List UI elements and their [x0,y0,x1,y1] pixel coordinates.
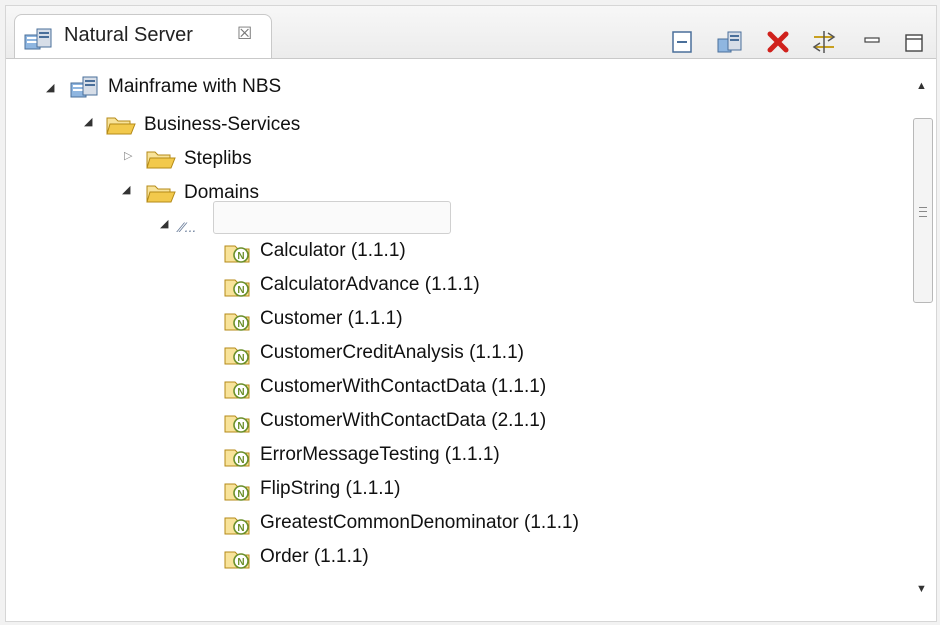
tree-item-business-services[interactable]: Business-Services [106,108,300,142]
tab-title: Natural Server [64,24,193,46]
svg-text:N: N [237,421,244,432]
tree-item-label: CustomerWithContactData (2.1.1) [260,410,547,431]
tree-item-service[interactable]: N ErrorMessageTesting (1.1.1) [222,438,500,472]
tree-item-service[interactable]: N Customer (1.1.1) [222,302,403,336]
maximize-icon[interactable] [900,28,928,56]
tree-item-steplibs[interactable]: Steplibs [146,142,252,176]
natural-service-icon: N [224,517,250,535]
tree-item-service[interactable]: N FlipString (1.1.1) [222,472,400,506]
tree-item-label: FlipString (1.1.1) [260,478,401,499]
natural-service-icon: N [224,483,250,501]
natural-service-icon: N [224,313,250,331]
natural-service-icon: N [224,551,250,569]
scroll-thumb[interactable] [913,118,933,303]
natural-service-icon: N [224,449,250,467]
minimize-icon[interactable] [858,28,886,56]
expand-toggle-icon[interactable]: ◢ [160,217,168,230]
svg-text:N: N [237,285,244,296]
server-icon[interactable] [716,28,744,56]
tree-item-server[interactable]: Mainframe with NBS [70,70,281,104]
svg-text:N: N [237,557,244,568]
tree-item-label: GreatestCommonDenominator (1.1.1) [260,512,579,533]
tree-item-label: ErrorMessageTesting (1.1.1) [260,444,500,465]
tree-item-service[interactable]: N Order (1.1.1) [222,540,369,574]
scroll-down-icon[interactable]: ▼ [916,583,927,595]
server-icon [24,28,52,50]
natural-service-icon: N [224,279,250,297]
natural-service-icon: N [224,415,250,433]
expand-toggle-icon[interactable]: ◢ [122,183,130,196]
tree-item-label: Steplibs [184,148,252,169]
tree-item-label: CustomerWithContactData (1.1.1) [260,376,547,397]
svg-text:N: N [237,319,244,330]
tree-item-label: Order (1.1.1) [260,546,369,567]
collapse-all-icon[interactable] [668,28,696,56]
open-folder-icon [146,185,176,203]
expand-toggle-icon[interactable]: ◢ [46,81,54,94]
open-folder-icon [106,117,136,135]
tree-item-label: Calculator (1.1.1) [260,240,406,261]
tree-item-label: CalculatorAdvance (1.1.1) [260,274,480,295]
svg-text:N: N [237,387,244,398]
server-icon [70,76,98,98]
tree-item-service[interactable]: N CalculatorAdvance (1.1.1) [222,268,480,302]
domain-icon: ⁄⁄... [180,219,197,235]
tree-item-label: Business-Services [144,114,301,135]
scroll-up-icon[interactable]: ▲ [916,80,927,92]
svg-text:N: N [237,523,244,534]
vertical-scrollbar[interactable]: ▲ ▼ [911,70,935,606]
link-icon[interactable] [810,28,838,56]
svg-text:N: N [237,353,244,364]
view-tab-bar: Natural Server ☒ [6,6,936,58]
tree-item-service[interactable]: N CustomerWithContactData (2.1.1) [222,404,546,438]
tree-item-label: CustomerCreditAnalysis (1.1.1) [260,342,524,363]
red-x-icon[interactable] [764,28,792,56]
tab-natural-server[interactable]: Natural Server ☒ [14,14,272,58]
natural-service-icon: N [224,381,250,399]
selection-highlight [213,201,451,234]
tree-item-label: Customer (1.1.1) [260,308,403,329]
tree-item-service[interactable]: N CustomerWithContactData (1.1.1) [222,370,546,404]
svg-text:N: N [237,455,244,466]
tree-item-label: Mainframe with NBS [108,76,282,97]
svg-text:N: N [237,489,244,500]
tree-item-service[interactable]: N CustomerCreditAnalysis (1.1.1) [222,336,524,370]
tree-item-service[interactable]: N Calculator (1.1.1) [222,234,406,268]
svg-text:N: N [237,251,244,262]
expand-toggle-icon[interactable]: ◢ [84,115,92,128]
grip-icon [919,207,927,217]
natural-service-icon: N [224,347,250,365]
open-folder-icon [146,151,176,169]
collapse-toggle-icon[interactable]: ▷ [124,149,132,162]
tab-close-icon[interactable]: ☒ [237,24,252,44]
natural-service-icon: N [224,245,250,263]
tree-item-service[interactable]: N GreatestCommonDenominator (1.1.1) [222,506,579,540]
